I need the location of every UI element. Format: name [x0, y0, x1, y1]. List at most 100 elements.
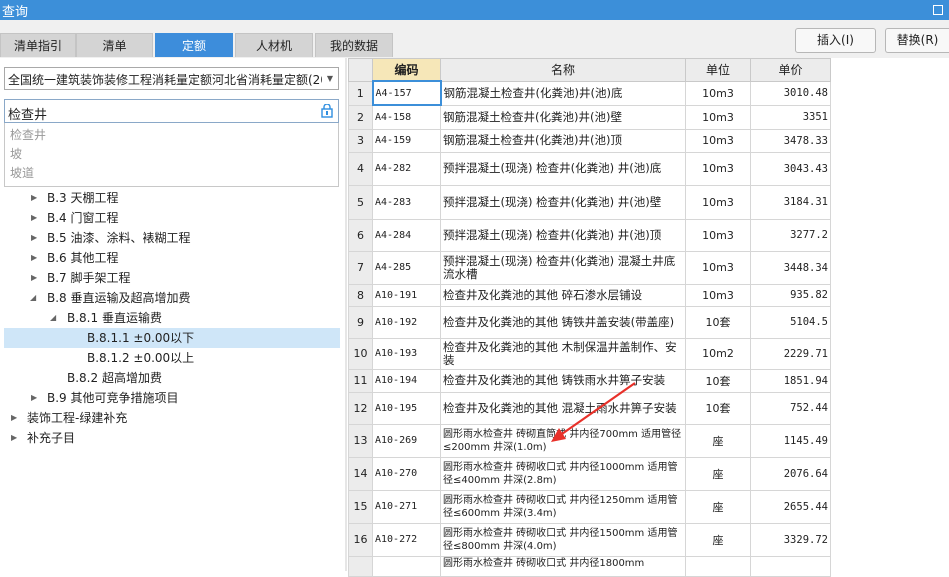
price-cell[interactable]: 3277.2	[750, 218, 831, 252]
tree-node[interactable]: ▶ B.7 脚手架工程	[0, 268, 345, 288]
chevron-down-icon[interactable]: ▼	[322, 68, 338, 89]
collapse-arrow-icon[interactable]: ◢	[50, 308, 60, 328]
name-cell[interactable]: 检查井及化粪池的其他 铸铁雨水井箅子安装	[440, 368, 686, 393]
price-cell[interactable]	[750, 555, 831, 577]
name-cell[interactable]: 钢筋混凝土检查井(化粪池)井(池)底	[440, 80, 686, 106]
expand-arrow-icon[interactable]: ▶	[11, 428, 21, 448]
table-row[interactable]: 2 A4-158 钢筋混凝土检查井(化粪池)井(池)壁 10m3 3351	[348, 104, 831, 130]
unit-cell[interactable]: 10m3	[685, 80, 751, 106]
tree-node[interactable]: ▶ B.6 其他工程	[0, 248, 345, 268]
tab-list-guide[interactable]: 清单指引	[0, 33, 76, 57]
price-cell[interactable]: 935.82	[750, 283, 831, 307]
expand-arrow-icon[interactable]: ▶	[11, 408, 21, 428]
name-cell[interactable]: 圆形雨水检查井 砖砌收口式 井内径1800mm	[440, 555, 686, 577]
price-cell[interactable]: 3351	[750, 104, 831, 130]
tree-node[interactable]: B.8.1.2 ±0.00以上	[0, 348, 345, 368]
name-cell[interactable]: 检查井及化粪池的其他 碎石渗水层铺设	[440, 283, 686, 307]
table-row[interactable]: 13 A10-269 圆形雨水检查井 砖砌直筒式 井内径700mm 适用管径≤200…	[348, 423, 831, 458]
name-column-header[interactable]: 名称	[440, 58, 686, 82]
unit-cell[interactable]: 10m3	[685, 151, 751, 186]
price-cell[interactable]: 1145.49	[750, 423, 831, 458]
unit-cell[interactable]: 10套	[685, 391, 751, 425]
tree-node[interactable]: ▶ 补充子目	[0, 428, 345, 448]
table-row[interactable]: 1 A4-157 钢筋混凝土检查井(化粪池)井(池)底 10m3 3010.48	[348, 80, 831, 106]
name-cell[interactable]: 预拌混凝土(现浇) 检查井(化粪池) 井(池)壁	[440, 184, 686, 220]
table-row[interactable]: 10 A10-193 检查井及化粪池的其他 木制保温井盖制作、安装 10m2 2229.…	[348, 337, 831, 370]
price-cell[interactable]: 2655.44	[750, 489, 831, 524]
code-cell[interactable]: A10-195	[372, 391, 441, 425]
price-cell[interactable]: 2076.64	[750, 456, 831, 491]
expand-arrow-icon[interactable]: ▶	[31, 248, 41, 268]
suggestion-item[interactable]: 坡道	[5, 164, 338, 183]
unit-cell[interactable]: 10m3	[685, 250, 751, 285]
unit-cell[interactable]: 座	[685, 522, 751, 557]
code-cell[interactable]: A10-192	[372, 305, 441, 339]
window-control-icon[interactable]	[933, 5, 943, 15]
table-row[interactable]: 7 A4-285 预拌混凝土(现浇) 检查井(化粪池) 混凝土井底流水槽 10m3 34…	[348, 250, 831, 285]
unit-cell[interactable]: 座	[685, 456, 751, 491]
code-cell[interactable]: A4-282	[372, 151, 441, 186]
table-row[interactable]: 3 A4-159 钢筋混凝土检查井(化粪池)井(池)顶 10m3 3478.33	[348, 128, 831, 153]
code-cell[interactable]: A4-285	[372, 250, 441, 285]
tree-node[interactable]: ▶ 装饰工程-绿建补充	[0, 408, 345, 428]
name-cell[interactable]: 检查井及化粪池的其他 混凝土雨水井箅子安装	[440, 391, 686, 425]
code-cell[interactable]: A4-158	[372, 104, 441, 130]
unit-cell[interactable]: 10m3	[685, 184, 751, 220]
code-cell[interactable]: A10-272	[372, 522, 441, 557]
name-cell[interactable]: 预拌混凝土(现浇) 检查井(化粪池) 井(池)底	[440, 151, 686, 186]
price-cell[interactable]: 1851.94	[750, 368, 831, 393]
name-cell[interactable]: 圆形雨水检查井 砖砌直筒式 井内径700mm 适用管径≤200mm 井深(1.0…	[440, 423, 686, 458]
unit-cell[interactable]: 10m2	[685, 337, 751, 370]
table-row[interactable]: 16 A10-272 圆形雨水检查井 砖砌收口式 井内径1500mm 适用管径≤80…	[348, 522, 831, 557]
tree-node[interactable]: ▶ B.9 其他可竞争措施项目	[0, 388, 345, 408]
name-cell[interactable]: 检查井及化粪池的其他 铸铁井盖安装(带盖座)	[440, 305, 686, 339]
tab-my-data[interactable]: 我的数据	[315, 33, 393, 57]
unit-cell[interactable]	[685, 555, 751, 577]
code-cell[interactable]: A10-271	[372, 489, 441, 524]
price-cell[interactable]: 3184.31	[750, 184, 831, 220]
tree-node[interactable]: ▶ B.4 门窗工程	[0, 208, 345, 228]
price-cell[interactable]: 3043.43	[750, 151, 831, 186]
unit-cell[interactable]: 10m3	[685, 104, 751, 130]
price-column-header[interactable]: 单价	[750, 58, 831, 82]
search-clear-icon[interactable]	[321, 104, 333, 118]
code-cell[interactable]: A4-159	[372, 128, 441, 153]
expand-arrow-icon[interactable]: ▶	[31, 208, 41, 228]
name-cell[interactable]: 预拌混凝土(现浇) 检查井(化粪池) 井(池)顶	[440, 218, 686, 252]
price-cell[interactable]: 5104.5	[750, 305, 831, 339]
search-input[interactable]: 检查井	[4, 99, 339, 123]
expand-arrow-icon[interactable]: ▶	[31, 268, 41, 288]
unit-cell[interactable]: 10m3	[685, 218, 751, 252]
tree-node[interactable]: ▶ B.5 油漆、涂料、裱糊工程	[0, 228, 345, 248]
table-row[interactable]: 5 A4-283 预拌混凝土(现浇) 检查井(化粪池) 井(池)壁 10m3 3184.…	[348, 184, 831, 220]
replace-button[interactable]: 替换(R)	[885, 28, 949, 53]
price-cell[interactable]: 3448.34	[750, 250, 831, 285]
collapse-arrow-icon[interactable]: ◢	[30, 288, 40, 308]
table-row[interactable]: 9 A10-192 检查井及化粪池的其他 铸铁井盖安装(带盖座) 10套 5104.5	[348, 305, 831, 339]
expand-arrow-icon[interactable]: ▶	[31, 188, 41, 208]
name-cell[interactable]: 钢筋混凝土检查井(化粪池)井(池)壁	[440, 104, 686, 130]
table-row[interactable]: 圆形雨水检查井 砖砌收口式 井内径1800mm	[348, 555, 831, 577]
table-row[interactable]: 14 A10-270 圆形雨水检查井 砖砌收口式 井内径1000mm 适用管径≤40…	[348, 456, 831, 491]
tree-node[interactable]: B.8.2 超高增加费	[0, 368, 345, 388]
table-row[interactable]: 15 A10-271 圆形雨水检查井 砖砌收口式 井内径1250mm 适用管径≤60…	[348, 489, 831, 524]
pane-splitter[interactable]	[345, 58, 347, 571]
table-row[interactable]: 8 A10-191 检查井及化粪池的其他 碎石渗水层铺设 10m3 935.82	[348, 283, 831, 307]
code-cell[interactable]	[372, 555, 441, 577]
code-cell[interactable]: A4-283	[372, 184, 441, 220]
tree-node[interactable]: ◢ B.8 垂直运输及超高增加费	[0, 288, 345, 308]
expand-arrow-icon[interactable]: ▶	[31, 228, 41, 248]
code-cell[interactable]: A4-157	[371, 80, 442, 106]
name-cell[interactable]: 预拌混凝土(现浇) 检查井(化粪池) 混凝土井底流水槽	[440, 250, 686, 285]
unit-cell[interactable]: 座	[685, 423, 751, 458]
tab-list[interactable]: 清单	[76, 33, 153, 57]
tree-node[interactable]: ▶ B.3 天棚工程	[0, 188, 345, 208]
price-cell[interactable]: 752.44	[750, 391, 831, 425]
insert-button[interactable]: 插入(I)	[795, 28, 876, 53]
code-cell[interactable]: A10-270	[372, 456, 441, 491]
price-cell[interactable]: 3478.33	[750, 128, 831, 153]
unit-cell[interactable]: 10m3	[685, 283, 751, 307]
name-cell[interactable]: 检查井及化粪池的其他 木制保温井盖制作、安装	[440, 337, 686, 370]
table-row[interactable]: 4 A4-282 预拌混凝土(现浇) 检查井(化粪池) 井(池)底 10m3 3043.…	[348, 151, 831, 186]
code-cell[interactable]: A10-269	[372, 423, 441, 458]
